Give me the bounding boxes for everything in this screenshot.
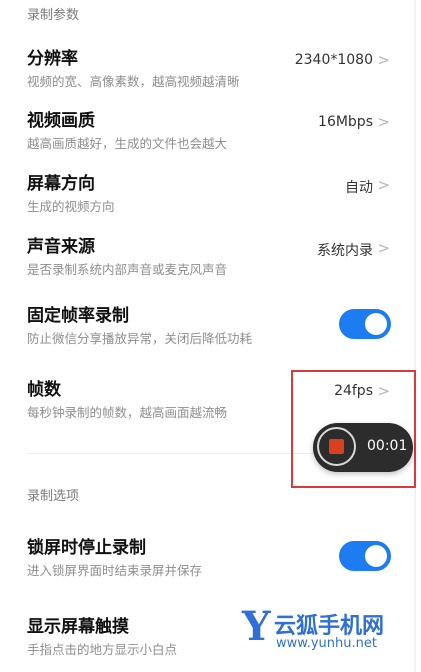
setting-subtitle: 每秒钟录制的帧数，越高画面越流畅 — [27, 405, 228, 420]
setting-subtitle: 手指点击的地方显示小白点 — [27, 642, 178, 657]
setting-subtitle: 生成的视频方向 — [27, 199, 115, 214]
setting-title: 屏幕方向 — [27, 174, 95, 194]
section-title-record-params: 录制参数 — [27, 8, 80, 23]
chevron-right-icon: > — [377, 113, 390, 131]
setting-video-quality[interactable]: 视频画质 越高画质越好，生成的文件也会越大 16Mbps > — [0, 106, 421, 156]
fixed-framerate-toggle[interactable] — [339, 309, 391, 339]
chevron-right-icon: > — [377, 51, 390, 69]
setting-subtitle: 视频的宽、高像素数，越高视频越清晰 — [27, 74, 240, 89]
setting-audio-source[interactable]: 声音来源 是否录制系统内部声音或麦克风声音 系统内录 > — [0, 232, 421, 282]
setting-value: 自动 — [345, 180, 373, 196]
setting-title: 声音来源 — [27, 237, 95, 257]
setting-title: 分辨率 — [27, 49, 78, 69]
setting-fixed-framerate: 固定帧率录制 防止微信分享播放异常，关闭后降低功耗 — [0, 301, 421, 351]
setting-value: 2340*1080 — [294, 52, 373, 68]
section-title-record-options: 录制选项 — [27, 489, 80, 504]
setting-value: 系统内录 — [317, 243, 373, 259]
stop-icon — [329, 439, 344, 454]
setting-subtitle: 越高画质越好，生成的文件也会越大 — [27, 136, 228, 151]
setting-title: 固定帧率录制 — [27, 306, 129, 326]
setting-screen-orientation[interactable]: 屏幕方向 生成的视频方向 自动 > — [0, 169, 421, 219]
setting-title: 锁屏时停止录制 — [27, 538, 146, 558]
recording-floating-button[interactable]: 00:01 — [313, 423, 413, 472]
setting-title: 视频画质 — [27, 111, 95, 131]
chevron-right-icon: > — [377, 239, 390, 257]
stop-on-lock-toggle[interactable] — [339, 541, 391, 571]
setting-stop-on-lock: 锁屏时停止录制 进入锁屏界面时结束录屏并保存 — [0, 533, 421, 583]
watermark-url: www.yunhu.net — [276, 636, 377, 651]
setting-subtitle: 防止微信分享播放异常，关闭后降低功耗 — [27, 331, 253, 346]
setting-subtitle: 是否录制系统内部声音或麦克风声音 — [27, 262, 228, 277]
recording-timer: 00:01 — [367, 438, 408, 454]
chevron-right-icon: > — [377, 176, 390, 194]
setting-resolution[interactable]: 分辨率 视频的宽、高像素数，越高视频越清晰 2340*1080 > — [0, 44, 421, 94]
toggle-knob — [365, 313, 387, 335]
setting-title: 显示屏幕触摸 — [27, 617, 129, 637]
stop-recording-button[interactable] — [317, 427, 356, 466]
toggle-knob — [365, 545, 387, 567]
setting-value: 16Mbps — [318, 114, 373, 130]
setting-subtitle: 进入锁屏界面时结束录屏并保存 — [27, 563, 203, 578]
watermark-logo: Y — [242, 603, 271, 650]
setting-title: 帧数 — [27, 380, 61, 400]
